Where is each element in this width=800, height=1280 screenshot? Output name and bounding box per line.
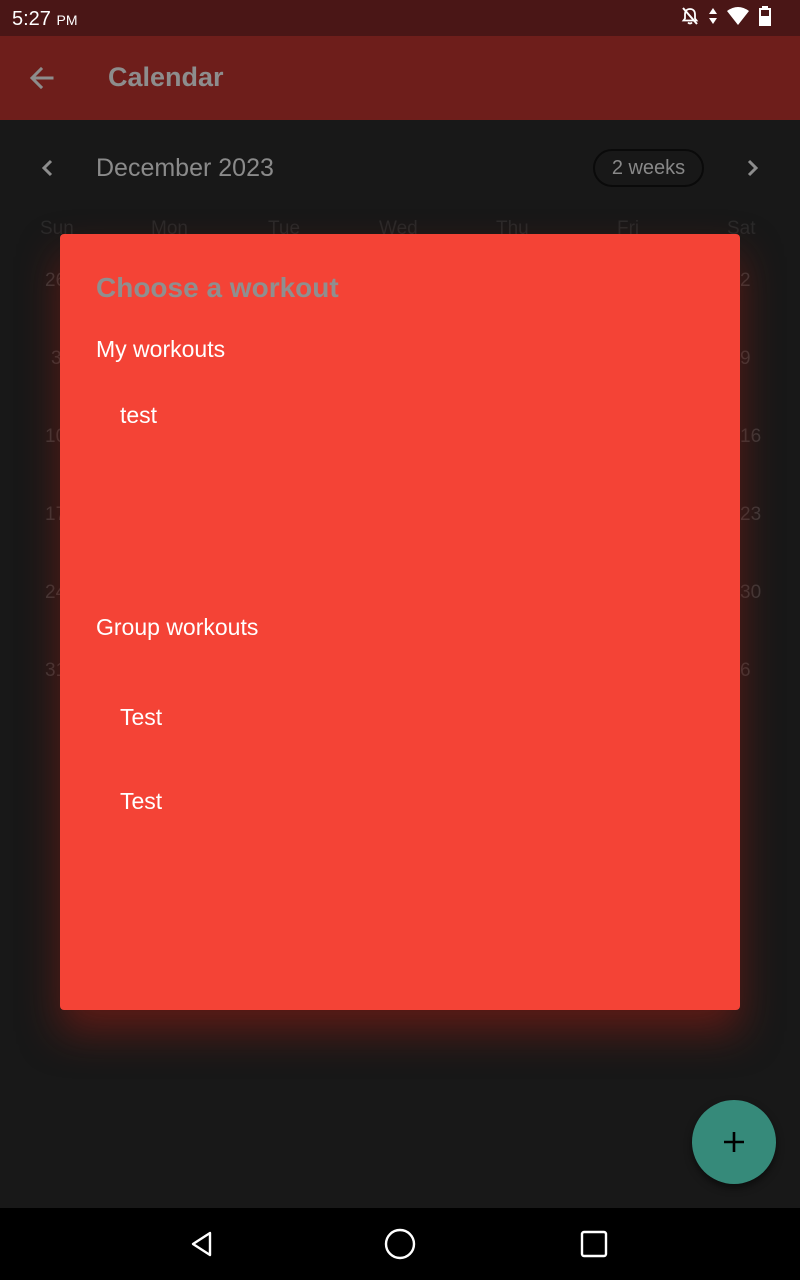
month-label: December 2023 bbox=[96, 154, 274, 182]
page-title: Calendar bbox=[108, 62, 224, 92]
status-time: 5:27 PM bbox=[12, 8, 78, 31]
recents-square-icon bbox=[580, 1230, 608, 1258]
notifications-off-icon bbox=[680, 6, 700, 31]
back-triangle-icon bbox=[191, 1231, 212, 1257]
workout-item-label: Test bbox=[120, 704, 163, 730]
workout-item[interactable]: Test bbox=[96, 770, 704, 834]
format-toggle-button[interactable]: 2 weeks bbox=[593, 149, 704, 187]
next-month-button[interactable] bbox=[734, 148, 770, 188]
status-bar: 5:27 PM bbox=[0, 0, 800, 36]
previous-month-button[interactable] bbox=[30, 148, 66, 188]
workout-item-label: Test bbox=[120, 788, 163, 814]
battery-icon bbox=[758, 5, 772, 31]
arrow-back-icon bbox=[29, 66, 54, 90]
workout-item[interactable]: Test bbox=[96, 686, 704, 750]
nav-back-button[interactable] bbox=[180, 1222, 224, 1266]
dialog-title: Choose a workout bbox=[96, 272, 339, 303]
calendar-day[interactable]: 2 bbox=[740, 270, 751, 292]
add-icon bbox=[724, 1132, 744, 1152]
app-bar: Calendar bbox=[0, 36, 800, 120]
nav-recents-button[interactable] bbox=[572, 1222, 616, 1266]
system-nav-bar bbox=[0, 1208, 800, 1280]
workout-item[interactable]: test bbox=[96, 384, 704, 448]
choose-workout-dialog: Choose a workout My workouts test Group … bbox=[60, 234, 740, 1010]
calendar-day[interactable]: 9 bbox=[740, 348, 751, 370]
chevron-right-icon bbox=[747, 159, 759, 177]
calendar-day[interactable]: 23 bbox=[740, 504, 761, 526]
my-workouts-header: My workouts bbox=[96, 336, 226, 362]
workout-item-label: test bbox=[120, 402, 158, 428]
add-workout-button[interactable] bbox=[692, 1100, 776, 1184]
back-button[interactable] bbox=[20, 56, 64, 100]
chevron-left-icon bbox=[41, 159, 53, 177]
calendar-day[interactable]: 30 bbox=[740, 582, 761, 604]
month-header: December 2023 2 weeks bbox=[0, 148, 800, 188]
home-circle-icon bbox=[384, 1228, 416, 1260]
status-time-ampm: PM bbox=[56, 12, 78, 28]
calendar-day[interactable]: 16 bbox=[740, 426, 761, 448]
calendar-day[interactable]: 6 bbox=[740, 660, 751, 682]
status-time-value: 5:27 bbox=[12, 8, 51, 30]
wifi-icon bbox=[726, 6, 750, 31]
status-icons bbox=[680, 5, 772, 31]
group-workouts-header: Group workouts bbox=[96, 614, 259, 640]
nav-home-button[interactable] bbox=[378, 1222, 422, 1266]
data-arrows-icon bbox=[708, 6, 718, 31]
